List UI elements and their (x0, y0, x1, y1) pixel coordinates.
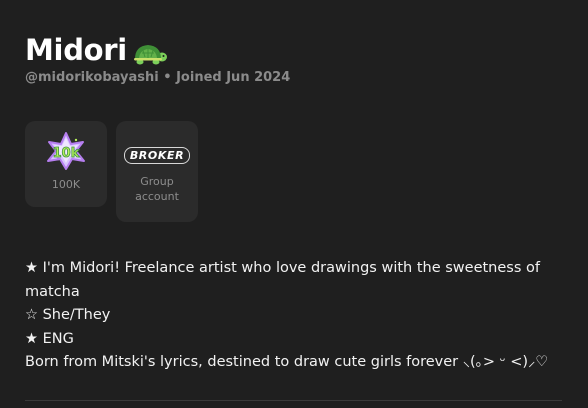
divider (25, 400, 562, 401)
display-name: Midori (25, 33, 127, 67)
badge-100k[interactable]: 10k 100K (25, 121, 107, 207)
100k-star-badge-icon: 10k (47, 132, 85, 170)
turtle-emoji-icon (133, 45, 167, 65)
bio-line: ☆ She/They (25, 307, 111, 323)
bio-line: Born from Mitski's lyrics, destined to d… (25, 354, 549, 370)
bio-line: ★ ENG (25, 330, 74, 347)
bio: ★ I'm Midori! Freelance artist who love … (25, 257, 570, 375)
broker-badge-icon: BROKER (123, 147, 191, 164)
profile-meta: @midorikobayashi • Joined Jun 2024 (25, 70, 290, 85)
badge-label: Group account (135, 175, 179, 203)
badge-list: 10k 100K BROKER Group account (25, 121, 198, 222)
handle: @midorikobayashi (25, 70, 159, 85)
name-row: Midori (25, 30, 169, 70)
joined-date: Joined Jun 2024 (176, 70, 291, 85)
meta-separator: • (163, 70, 172, 85)
badge-label: 100K (51, 178, 81, 191)
bio-line: ★ I'm Midori! Freelance artist who love … (25, 260, 540, 300)
badge-broker[interactable]: BROKER Group account (116, 121, 198, 222)
profile-header: Midori @midorikobayashi • Joined Jun 202… (0, 0, 588, 408)
